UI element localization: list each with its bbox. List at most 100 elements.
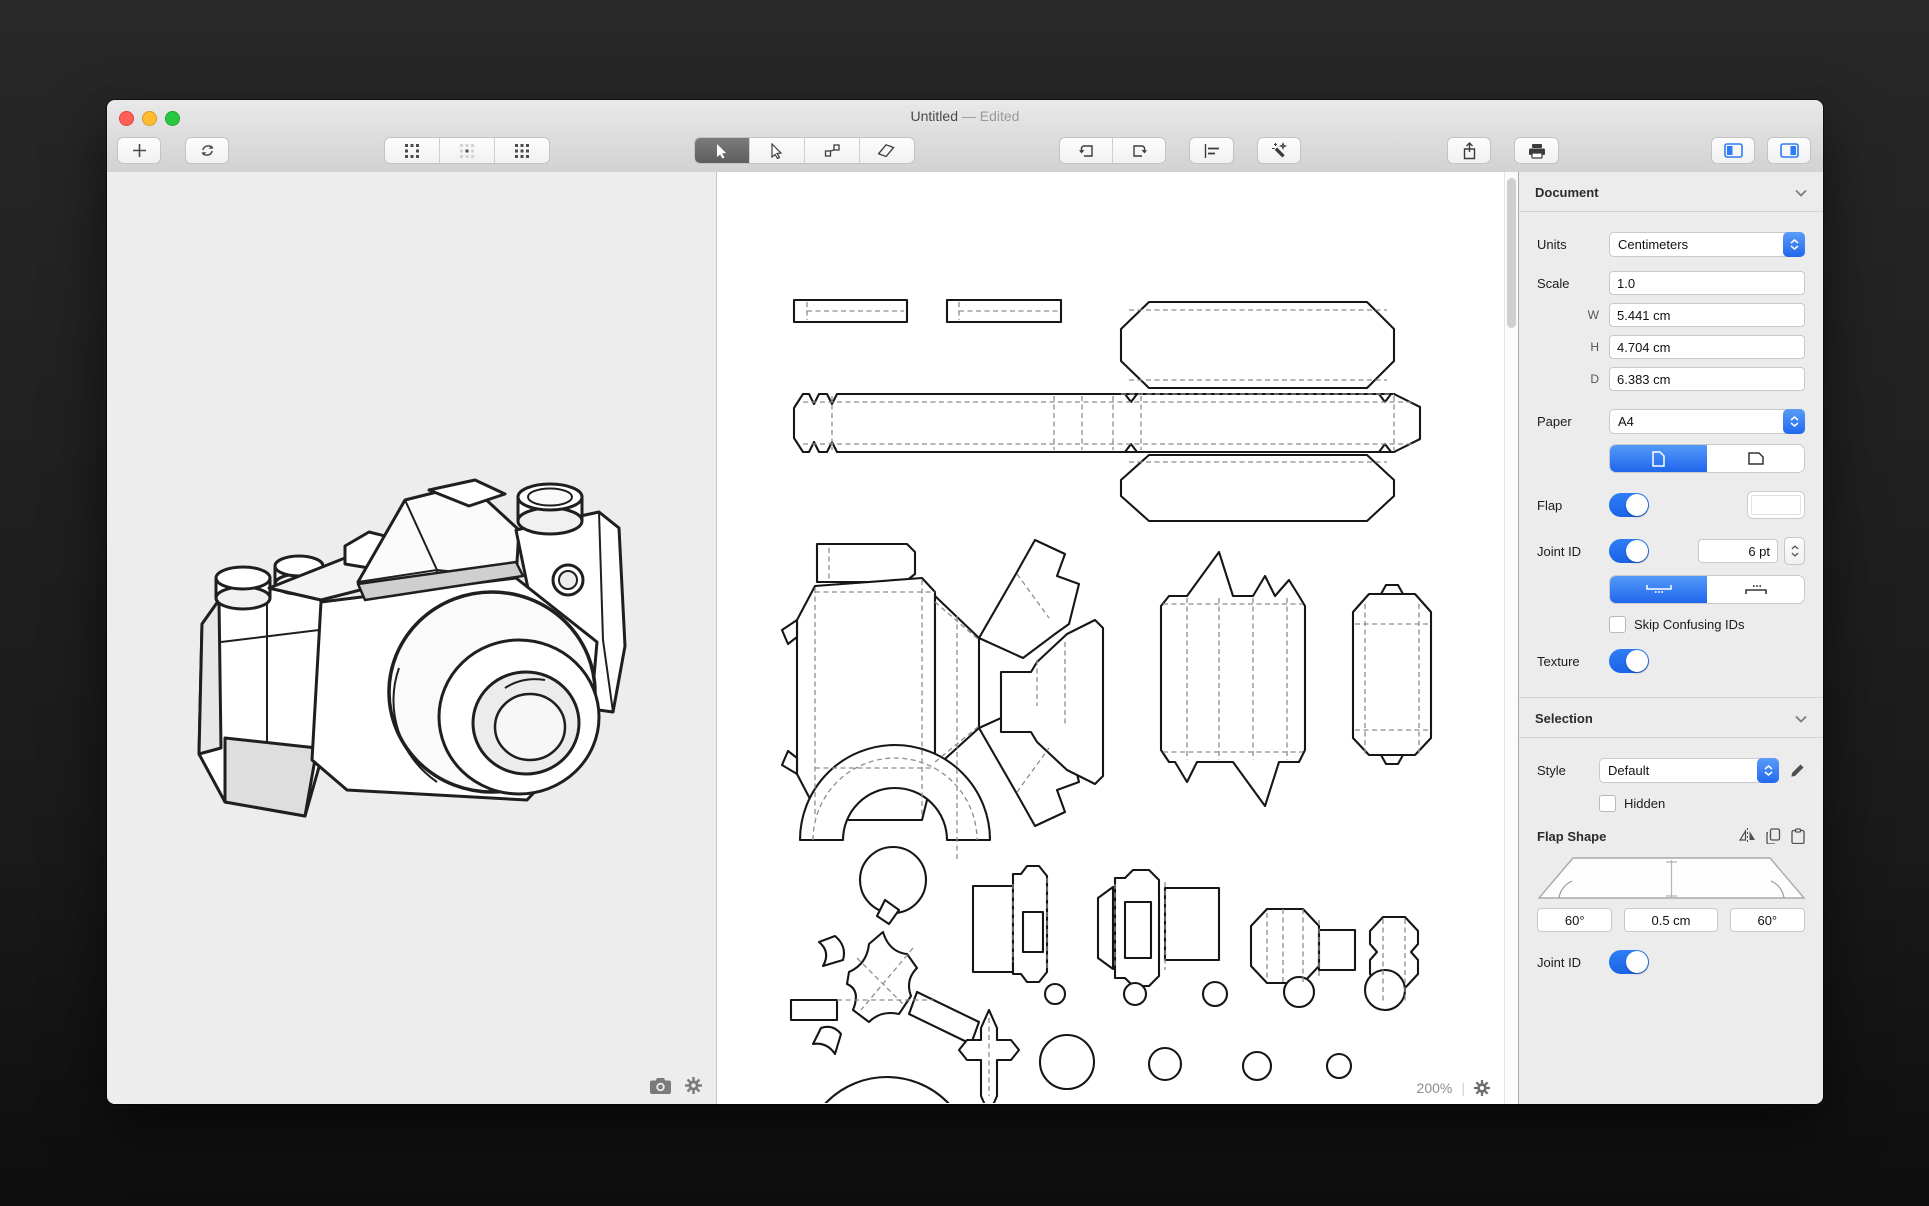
chevron-down-icon [1795, 189, 1807, 197]
joint-id-size-value: 6 pt [1748, 543, 1770, 559]
flap-shape-preview[interactable] [1537, 854, 1806, 900]
depth-dim-input[interactable]: 6.383 cm [1609, 367, 1805, 391]
flip-horizontal-icon[interactable] [1739, 828, 1756, 844]
joint-id-toggle[interactable] [1609, 539, 1649, 563]
layout-center-dot-button[interactable] [440, 138, 495, 163]
landscape-page-icon [1747, 452, 1764, 465]
hidden-checkbox[interactable] [1599, 795, 1616, 812]
width-dim-input[interactable]: 5.441 cm [1609, 303, 1805, 327]
canvas-settings-gear-icon[interactable] [1474, 1080, 1490, 1096]
inspector-sidebar: Document Units Centimeters Scale 1.0 W 5… [1518, 172, 1823, 1104]
flap-tool-button[interactable] [860, 138, 914, 163]
portrait-page-icon [1652, 450, 1665, 467]
share-button[interactable] [1447, 137, 1491, 164]
grid-center-icon [459, 143, 475, 159]
camera-3d-drawing [197, 478, 627, 818]
edited-state: Edited [979, 108, 1020, 124]
units-label: Units [1537, 237, 1567, 252]
direct-select-tool-button[interactable] [750, 138, 805, 163]
print-icon [1528, 143, 1546, 159]
dropdown-arrows-icon [1757, 758, 1779, 783]
joint-id-size-input[interactable]: 6 pt [1698, 539, 1778, 563]
flap-width-value: 0.5 cm [1651, 912, 1691, 928]
titlebar: Untitled — Edited [107, 100, 1823, 173]
document-section-header[interactable]: Document [1519, 172, 1823, 212]
unfold-canvas[interactable]: 200% | [717, 172, 1504, 1104]
height-dim-value: 4.704 cm [1617, 339, 1671, 355]
joint-id-label: Joint ID [1537, 543, 1582, 559]
rotate-right-icon [1131, 143, 1148, 159]
paper-value: A4 [1618, 414, 1634, 429]
joint-id-style-outside-button[interactable] [1707, 576, 1804, 603]
joint-id-style-inside-button[interactable] [1610, 576, 1707, 603]
snapshot-camera-icon[interactable] [650, 1077, 671, 1094]
paste-clipboard-icon[interactable] [1791, 828, 1805, 844]
flap-shape-label: Flap Shape [1537, 828, 1607, 844]
model-3d-viewport[interactable] [107, 172, 717, 1104]
paper-label: Paper [1537, 414, 1572, 429]
rotate-left-button[interactable] [1060, 138, 1113, 163]
cursor-outline-icon [770, 142, 784, 159]
scale-input[interactable]: 1.0 [1609, 271, 1805, 295]
flap-angle-left-value: 60° [1564, 912, 1585, 928]
portrait-orientation-button[interactable] [1610, 445, 1707, 472]
joint-id-outside-icon [1744, 584, 1767, 595]
dropdown-arrows-icon [1783, 232, 1805, 257]
tools-segmented-control [694, 137, 915, 164]
texture-toggle[interactable] [1609, 649, 1649, 673]
rotate-segmented-control [1059, 137, 1166, 164]
units-dropdown[interactable]: Centimeters [1609, 232, 1805, 257]
rotate-right-button[interactable] [1113, 138, 1165, 163]
canvas-scrollbar[interactable] [1504, 172, 1518, 1104]
width-dim-label: W [1587, 308, 1599, 322]
joint-id-inside-icon [1645, 584, 1672, 595]
height-dim-label: H [1590, 340, 1599, 354]
zoom-level-label[interactable]: 200% [1417, 1080, 1453, 1096]
scrollbar-thumb[interactable] [1507, 178, 1516, 328]
viewport-settings-gear-icon[interactable] [685, 1077, 702, 1094]
scale-label: Scale [1537, 275, 1570, 291]
flap-color-well[interactable] [1747, 491, 1805, 519]
style-dropdown[interactable]: Default [1599, 758, 1779, 783]
selection-section-header[interactable]: Selection [1519, 697, 1823, 738]
landscape-orientation-button[interactable] [1707, 445, 1804, 472]
layout-border-dots-button[interactable] [385, 138, 440, 163]
cursor-filled-icon [715, 143, 729, 159]
joint-id-style-segmented [1609, 575, 1805, 604]
two-squares-icon [824, 143, 841, 158]
flap-toggle[interactable] [1609, 493, 1649, 517]
joint-id-size-stepper[interactable] [1784, 537, 1805, 565]
viewport-tools [650, 1077, 702, 1094]
title-separator: — [961, 108, 976, 124]
style-value: Default [1608, 763, 1650, 778]
plus-icon [132, 143, 147, 158]
split-tool-button[interactable] [805, 138, 860, 163]
add-button[interactable] [117, 137, 161, 164]
skip-confusing-ids-checkbox[interactable] [1609, 616, 1626, 633]
refresh-icon [199, 143, 216, 158]
flap-angle-left-input[interactable]: 60° [1537, 908, 1613, 932]
unfold-pattern-drawing [780, 298, 1433, 1103]
selection-joint-id-toggle[interactable] [1609, 950, 1649, 974]
zoom-indicator: 200% | [1417, 1080, 1490, 1096]
paper-dropdown[interactable]: A4 [1609, 409, 1805, 434]
layout-full-grid-button[interactable] [495, 138, 549, 163]
magic-arrange-button[interactable] [1257, 137, 1301, 164]
document-section-title: Document [1535, 185, 1599, 200]
selection-section-body: Style Default Hidden Flap Shape 60° 0.5 … [1519, 738, 1823, 984]
height-dim-input[interactable]: 4.704 cm [1609, 335, 1805, 359]
toggle-left-panel-button[interactable] [1711, 137, 1755, 164]
flap-width-input[interactable]: 0.5 cm [1624, 908, 1718, 932]
rotate-left-icon [1078, 143, 1095, 159]
grid-full-icon [514, 143, 530, 159]
copy-icon[interactable] [1766, 828, 1781, 844]
print-button[interactable] [1514, 137, 1559, 164]
flap-angle-right-input[interactable]: 60° [1729, 908, 1805, 932]
edit-style-pencil-icon[interactable] [1789, 763, 1805, 779]
dropdown-arrows-icon [1783, 409, 1805, 434]
align-button[interactable] [1189, 137, 1234, 164]
select-tool-button[interactable] [695, 138, 750, 163]
toggle-right-panel-button[interactable] [1767, 137, 1811, 164]
document-title: Untitled [910, 108, 958, 124]
refresh-button[interactable] [185, 137, 229, 164]
